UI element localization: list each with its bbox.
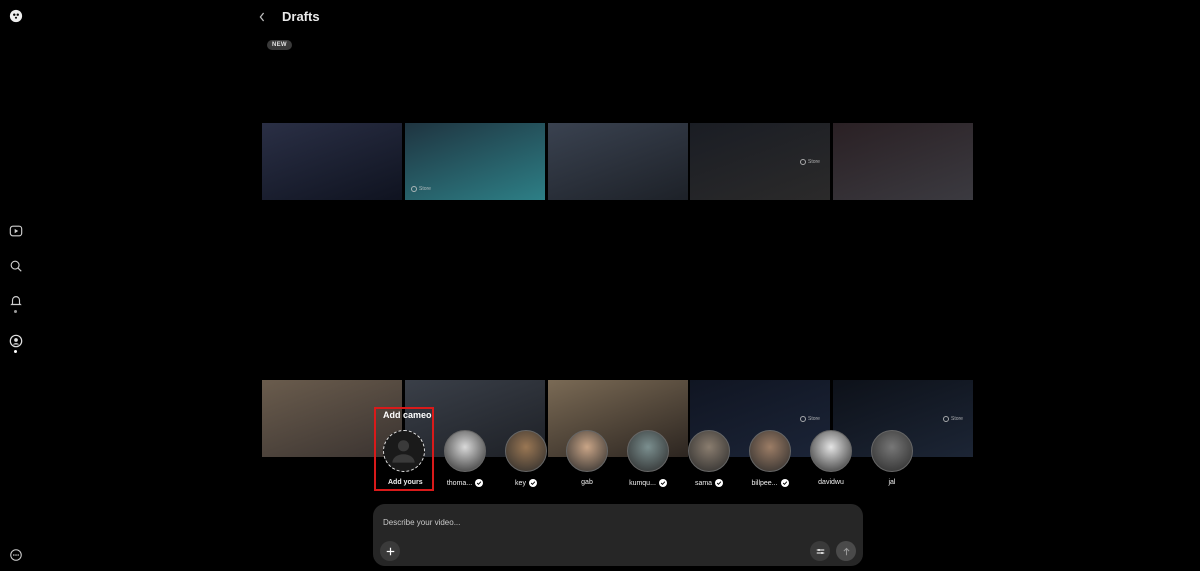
cameo-name-text: kumqu... xyxy=(629,479,656,487)
add-attachment-button[interactable] xyxy=(380,541,400,561)
cameo-name: billpee... xyxy=(751,479,789,487)
back-button[interactable] xyxy=(258,9,272,25)
cameo-name-text: key xyxy=(515,479,526,487)
cameo-name: gab xyxy=(581,479,593,486)
search-icon[interactable] xyxy=(9,259,23,273)
store-label: Store xyxy=(800,159,820,165)
store-icon xyxy=(411,186,417,192)
store-label: Store xyxy=(943,416,963,422)
store-icon xyxy=(800,159,806,165)
video-tile[interactable] xyxy=(548,123,688,200)
video-tile[interactable]: Store xyxy=(405,123,545,200)
submit-button[interactable] xyxy=(836,541,856,561)
sliders-icon xyxy=(816,548,824,554)
store-text: Store xyxy=(808,416,820,422)
cameo-name: sama xyxy=(694,479,724,487)
verified-icon xyxy=(528,479,537,487)
store-label: Store xyxy=(411,186,431,192)
cameo-avatar[interactable] xyxy=(627,430,669,472)
verified-icon xyxy=(715,479,724,487)
page-title: Drafts xyxy=(282,9,320,24)
cameo-avatar[interactable] xyxy=(444,430,486,472)
play-icon[interactable] xyxy=(9,224,23,238)
store-text: Store xyxy=(951,416,963,422)
cameo-name: thoma... xyxy=(446,479,484,487)
notification-dot xyxy=(14,310,17,313)
cameo-avatar[interactable] xyxy=(871,430,913,472)
new-badge: NEW xyxy=(267,40,292,50)
prompt-composer[interactable] xyxy=(373,504,863,566)
verified-icon xyxy=(780,479,789,487)
store-icon xyxy=(943,416,949,422)
more-icon[interactable] xyxy=(9,548,23,562)
add-yours-avatar[interactable] xyxy=(383,430,425,472)
logo-icon[interactable] xyxy=(9,9,23,23)
cameo-heading: Add cameo xyxy=(383,410,432,420)
cameo-avatar[interactable] xyxy=(505,430,547,472)
bell-icon[interactable] xyxy=(9,294,23,308)
settings-button[interactable] xyxy=(810,541,830,561)
cameo-name: jal xyxy=(888,479,895,486)
cameo-name: kumqu... xyxy=(629,479,667,487)
cameo-name: davidwu xyxy=(818,479,844,486)
cameo-avatar[interactable] xyxy=(566,430,608,472)
store-text: Store xyxy=(419,186,431,192)
cameo-avatar[interactable] xyxy=(749,430,791,472)
cameo-name-text: billpee... xyxy=(751,479,778,487)
prompt-input[interactable]: Describe your video... xyxy=(383,518,460,527)
verified-icon xyxy=(475,479,484,487)
arrow-up-icon xyxy=(843,547,849,555)
store-icon xyxy=(800,416,806,422)
verified-icon xyxy=(658,479,667,487)
profile-icon[interactable] xyxy=(9,334,23,348)
add-yours-label: Add yours xyxy=(388,479,423,486)
cameo-avatar[interactable] xyxy=(688,430,730,472)
cameo-avatar[interactable] xyxy=(810,430,852,472)
plus-icon xyxy=(386,547,394,555)
video-tile[interactable] xyxy=(262,123,402,200)
cameo-name-text: thoma... xyxy=(446,479,473,487)
video-tile[interactable]: Store xyxy=(690,123,830,200)
store-text: Store xyxy=(808,159,820,165)
chevron-left-icon xyxy=(259,12,265,22)
person-placeholder-icon xyxy=(392,440,415,463)
store-label: Store xyxy=(800,416,820,422)
cameo-name-text: davidwu xyxy=(818,479,844,486)
active-indicator xyxy=(14,350,17,353)
video-tile[interactable] xyxy=(833,123,973,200)
cameo-name-text: jal xyxy=(888,479,896,486)
cameo-name: key xyxy=(515,479,537,487)
cameo-name-text: sama xyxy=(694,479,713,487)
cameo-name-text: gab xyxy=(581,479,593,486)
